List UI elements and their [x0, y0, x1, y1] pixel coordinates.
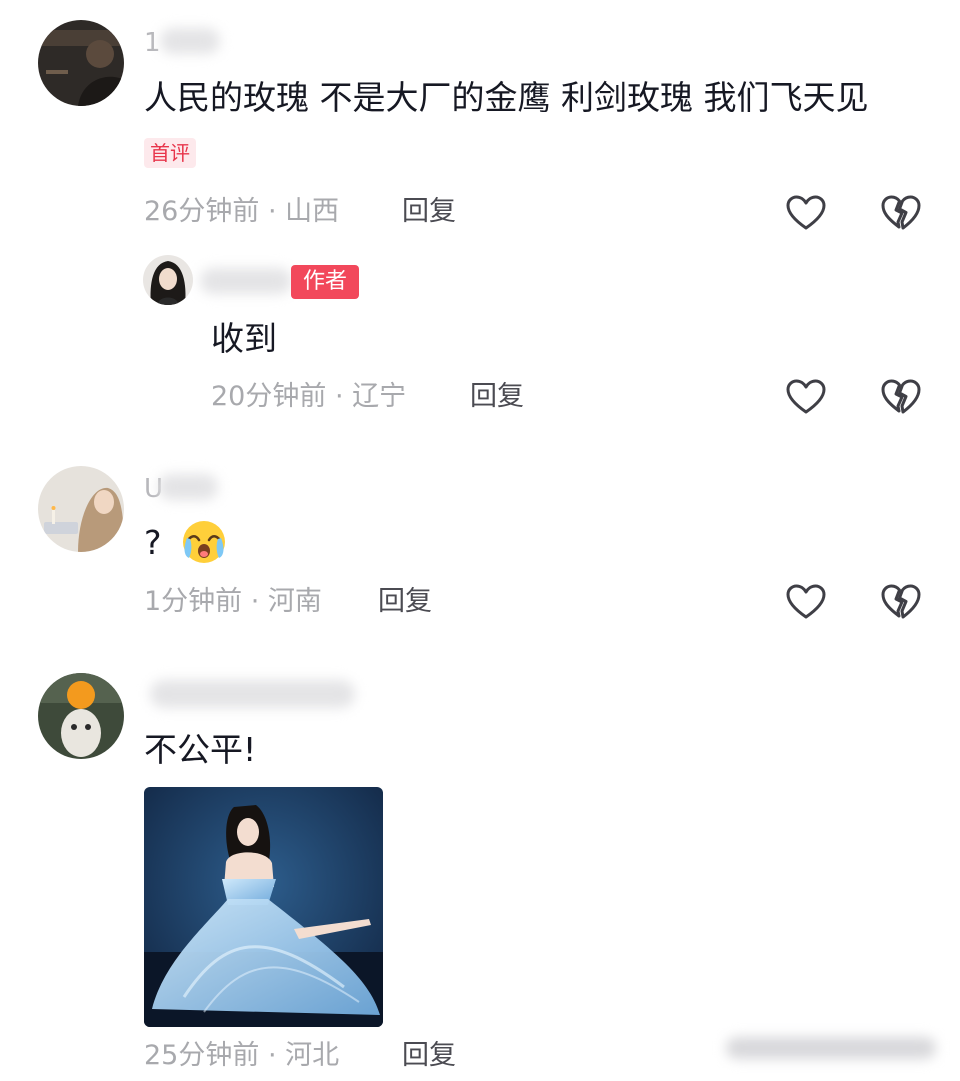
comment-2-reply-button[interactable]: 回复: [378, 582, 432, 622]
author-username-blur: [200, 268, 292, 294]
author-reply-like-button[interactable]: [785, 377, 827, 417]
broken-heart-icon: [881, 379, 921, 414]
woman-in-blue-gown-photo[interactable]: [144, 787, 383, 1027]
author-reply-dislike-button[interactable]: [880, 377, 922, 417]
comment-1-text: 人民的玫瑰 不是大厂的金鹰 利剑玫瑰 我们飞天见: [144, 78, 869, 117]
avatar-commenter-1[interactable]: [38, 20, 124, 106]
heart-outline-icon: [786, 584, 826, 619]
comment-3-reply-button[interactable]: 回复: [402, 1036, 456, 1076]
comment-3-text: 不公平!: [144, 730, 257, 769]
comment-1-dislike-button[interactable]: [880, 193, 922, 233]
broken-heart-icon: [881, 584, 921, 619]
avatar-commenter-2[interactable]: [38, 466, 124, 552]
avatar-author[interactable]: [143, 255, 193, 305]
author-reply-text: 收到: [211, 319, 277, 358]
heart-outline-icon: [786, 379, 826, 414]
author-badge: 作者: [291, 265, 359, 299]
comment-2-time-location: 1分钟前 · 河南: [144, 586, 322, 617]
broken-heart-icon: [881, 195, 921, 230]
comment-1-time-location: 26分钟前 · 山西: [144, 196, 340, 227]
blurred-watermark: [726, 1033, 946, 1063]
comment-1-like-button[interactable]: [785, 193, 827, 233]
username-blur: [150, 680, 355, 708]
comment-2-text: ?: [144, 523, 162, 562]
comment-1-reply-button[interactable]: 回复: [402, 192, 456, 232]
commenter-1-username[interactable]: 1: [144, 26, 161, 60]
avatar-commenter-3[interactable]: [38, 673, 124, 759]
comment-3-time-location: 25分钟前 · 河北: [144, 1040, 340, 1071]
username-blur: [158, 474, 218, 500]
username-blur: [160, 28, 220, 54]
crying-laughing-emoji: [180, 518, 228, 566]
comment-2-dislike-button[interactable]: [880, 582, 922, 622]
first-comment-tag: 首评: [144, 138, 196, 168]
author-reply-reply-button[interactable]: 回复: [470, 377, 524, 417]
author-reply-time-location: 20分钟前 · 辽宁: [211, 381, 407, 412]
heart-outline-icon: [786, 195, 826, 230]
comment-2-like-button[interactable]: [785, 582, 827, 622]
